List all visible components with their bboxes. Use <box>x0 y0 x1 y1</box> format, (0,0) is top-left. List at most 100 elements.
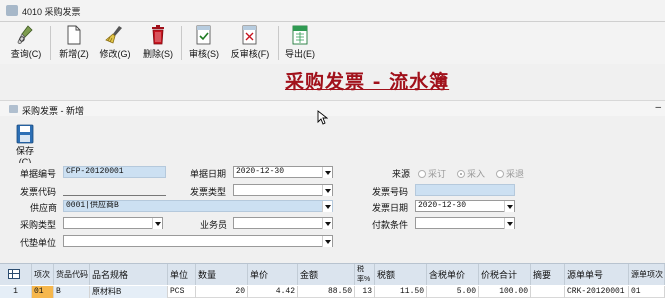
query-label: 查询(C) <box>10 49 42 59</box>
cell-src-item[interactable]: 01 <box>629 286 665 298</box>
purchase-type-dropdown-icon[interactable] <box>152 218 162 229</box>
unaudit-button[interactable]: 反审核(F) <box>228 24 272 62</box>
col-product-code[interactable]: 货品代码 <box>54 264 90 285</box>
table-row[interactable]: 1 01 B 原材料B PCS 20 4.42 88.50 13 11.50 5… <box>0 286 665 298</box>
grid-corner[interactable] <box>0 264 32 285</box>
excel-export-icon <box>292 25 308 45</box>
doc-no-field[interactable]: CFP-20120001 <box>63 166 166 178</box>
invoice-type-label: 发票类型 <box>190 187 227 197</box>
radio-selected-icon <box>457 170 465 178</box>
source-label: 来源 <box>392 169 411 179</box>
cell-tax-price[interactable]: 5.00 <box>427 286 479 298</box>
invoice-date-dropdown-icon[interactable] <box>504 201 514 212</box>
radio-icon <box>418 170 426 178</box>
col-amount[interactable]: 金额 <box>298 264 355 285</box>
supplier-field[interactable]: 0001|供应商B <box>63 200 333 212</box>
pay-terms-dropdown-icon[interactable] <box>504 218 514 229</box>
modify-label: 修改(G) <box>99 49 131 59</box>
document-title-bar: 采购发票 - 新增 – <box>0 100 665 116</box>
toolbar-separator <box>181 26 182 60</box>
cell-item-no[interactable]: 01 <box>32 286 54 298</box>
query-button[interactable]: 查询(C) <box>8 24 44 62</box>
window-title-bar: 4010 采购发票 <box>0 0 665 22</box>
source-radio-ct[interactable]: 采退 <box>496 167 524 180</box>
purchase-type-label: 采购类型 <box>20 220 57 230</box>
query-icon <box>17 25 33 44</box>
doc-date-field[interactable]: 2020-12-30 <box>233 166 333 178</box>
invoice-code-field[interactable] <box>63 184 166 196</box>
add-button[interactable]: 新增(Z) <box>55 24 93 62</box>
unaudit-icon <box>242 25 257 45</box>
advance-unit-dropdown-icon[interactable] <box>322 236 332 247</box>
invoice-date-label: 发票日期 <box>372 203 409 213</box>
export-button[interactable]: 导出(E) <box>282 24 318 62</box>
col-total[interactable]: 价税合计 <box>479 264 531 285</box>
cell-summary[interactable] <box>531 286 565 298</box>
advance-unit-label: 代垫单位 <box>20 238 57 248</box>
cell-product-code[interactable]: B <box>54 286 90 298</box>
trash-icon <box>152 25 164 45</box>
invoice-date-field[interactable]: 2020-12-30 <box>415 200 515 212</box>
source-radio-cg[interactable]: 采订 <box>418 167 446 180</box>
add-label: 新增(Z) <box>59 49 89 59</box>
col-price[interactable]: 单价 <box>248 264 298 285</box>
cell-total[interactable]: 100.00 <box>479 286 531 298</box>
advance-unit-select[interactable] <box>63 235 333 247</box>
pay-terms-select[interactable] <box>415 217 515 229</box>
toolbar-separator <box>50 26 51 60</box>
pay-terms-label: 付款条件 <box>372 220 409 230</box>
col-tax-price[interactable]: 含税单价 <box>427 264 479 285</box>
col-summary[interactable]: 摘要 <box>531 264 565 285</box>
col-product-name[interactable]: 品名规格 <box>90 264 168 285</box>
audit-check-icon <box>196 25 211 45</box>
cell-tax[interactable]: 11.50 <box>375 286 427 298</box>
row-index: 1 <box>0 286 32 298</box>
save-button[interactable]: 保存(C) <box>10 124 40 167</box>
document-icon <box>9 105 18 113</box>
source-radio-cr[interactable]: 采入 <box>457 167 485 180</box>
col-item-no[interactable]: 项次 <box>32 264 54 285</box>
cell-tax-rate[interactable]: 13 <box>355 286 375 298</box>
main-toolbar: 查询(C) 新增(Z) 修改(G) 删除(S) 审核(S) 反审核(F) 导出(… <box>0 22 665 64</box>
grid-settings-icon[interactable] <box>8 269 20 279</box>
doc-date-label: 单据日期 <box>190 169 227 179</box>
page-banner-title: 采购发票 - 流水簿 <box>285 71 450 93</box>
modify-button[interactable]: 修改(G) <box>96 24 134 62</box>
cell-src-no[interactable]: CRK-20120001 <box>565 286 629 298</box>
cell-price[interactable]: 4.42 <box>248 286 298 298</box>
minimize-icon[interactable]: – <box>655 102 661 113</box>
invoice-type-dropdown-icon[interactable] <box>322 185 332 196</box>
document-title: 采购发票 - 新增 <box>22 106 84 116</box>
supplier-dropdown-icon[interactable] <box>322 201 332 212</box>
invoice-code-label: 发票代码 <box>20 187 57 197</box>
export-label: 导出(E) <box>285 49 315 59</box>
invoice-no-label: 发票号码 <box>372 187 409 197</box>
col-tax[interactable]: 税额 <box>375 264 427 285</box>
cell-amount[interactable]: 88.50 <box>298 286 355 298</box>
purchase-type-select[interactable] <box>63 217 163 229</box>
toolbar-separator <box>278 26 279 60</box>
col-tax-rate[interactable]: 税率% <box>355 264 375 285</box>
cell-product-name[interactable]: 原材料B <box>90 286 168 298</box>
edit-broom-icon <box>105 26 122 44</box>
grid-header: 项次 货品代码 品名规格 单位 数量 单价 金额 税率% 税额 含税单价 价税合… <box>0 263 665 285</box>
audit-button[interactable]: 审核(S) <box>185 24 223 62</box>
salesman-dropdown-icon[interactable] <box>322 218 332 229</box>
col-src-no[interactable]: 源单单号 <box>565 264 629 285</box>
invoice-no-field[interactable] <box>415 184 515 196</box>
doc-no-label: 单据编号 <box>20 169 57 179</box>
delete-label: 删除(S) <box>143 49 173 59</box>
salesman-select[interactable] <box>233 217 333 229</box>
col-src-item[interactable]: 源单项次 <box>629 264 665 285</box>
save-disk-icon <box>16 124 34 144</box>
delete-button[interactable]: 删除(S) <box>139 24 177 62</box>
col-unit[interactable]: 单位 <box>168 264 196 285</box>
salesman-label: 业务员 <box>200 220 228 230</box>
doc-date-dropdown-icon[interactable] <box>322 167 332 178</box>
invoice-type-select[interactable] <box>233 184 333 196</box>
cell-unit[interactable]: PCS <box>168 286 196 298</box>
col-qty[interactable]: 数量 <box>196 264 248 285</box>
cell-qty[interactable]: 20 <box>196 286 248 298</box>
invoice-header-form: 单据编号 CFP-20120001 单据日期 2020-12-30 来源 采订 … <box>0 163 665 263</box>
radio-icon <box>496 170 504 178</box>
